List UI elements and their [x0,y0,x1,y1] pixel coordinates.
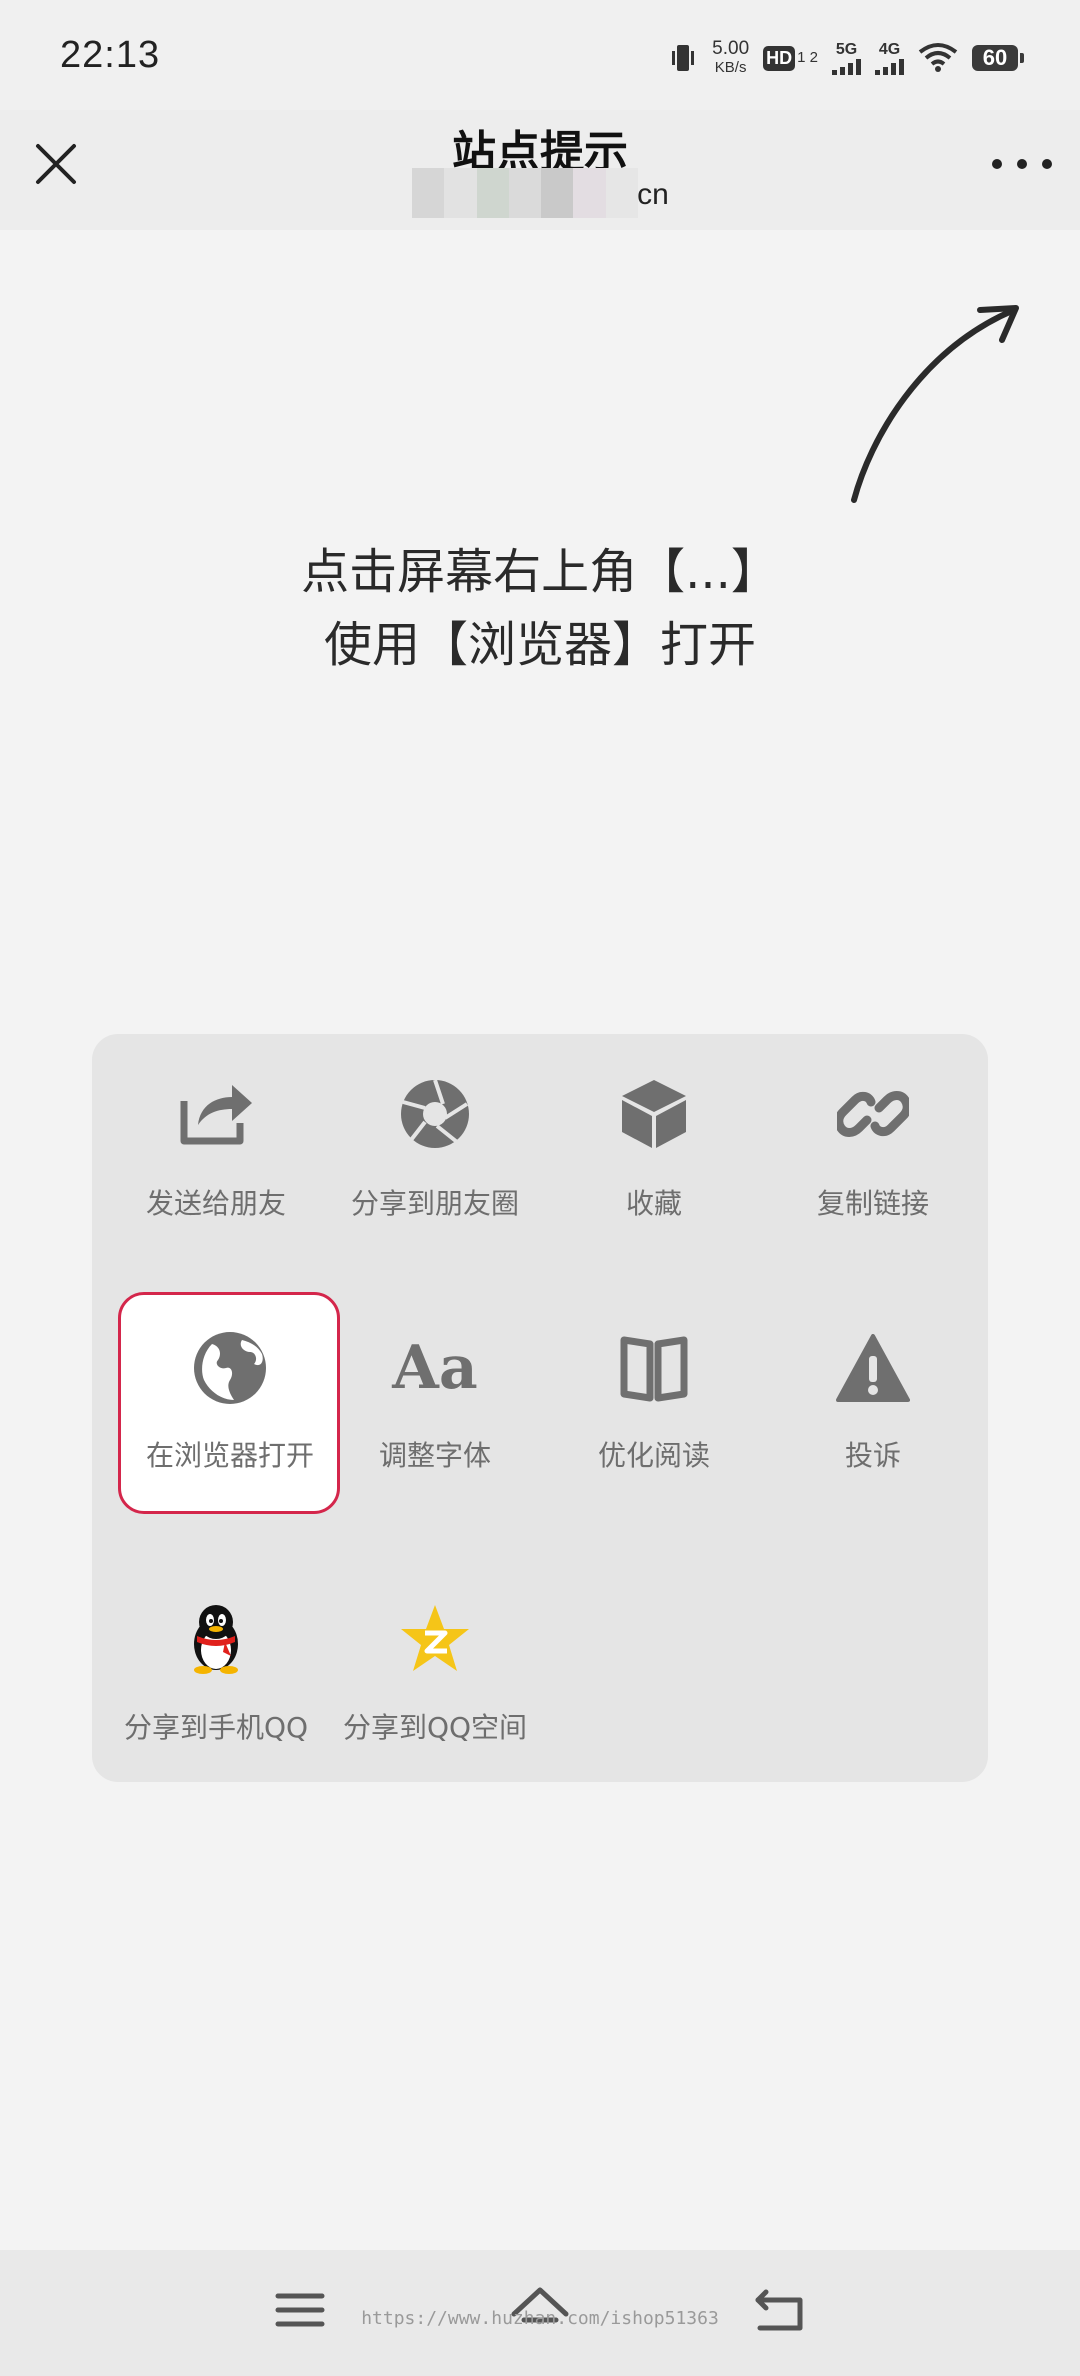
top-navbar: 站点提示 cn [0,110,1080,230]
more-options-button[interactable] [992,140,1052,188]
menu-copy-link[interactable]: 复制链接 [763,1034,983,1274]
menu-label: 分享到朋友圈 [350,1187,519,1220]
hint-line-2: 使用【浏览器】打开 [323,617,756,673]
hd-voice-icon: HD 1 2 [763,45,818,71]
page-url-text: cn [637,178,669,211]
menu-open-in-browser[interactable]: 在浏览器打开 [120,1296,340,1536]
moments-shutter-icon [395,1074,475,1154]
signal-5g-label: 5G [835,41,858,58]
share-forward-icon [176,1074,256,1154]
signal-4g-icon: 4G [875,41,904,75]
more-dot-icon [992,159,1002,169]
qzone-star-icon [395,1598,475,1678]
menu-share-qq[interactable]: 分享到手机QQ [106,1558,326,1798]
network-speed-value: 5.00 [712,38,750,59]
link-icon [833,1074,913,1154]
menu-label: 投诉 [844,1439,901,1472]
status-time: 22:13 [60,34,161,76]
menu-label: 优化阅读 [597,1439,710,1472]
pointing-arrow-icon [851,305,1019,503]
hint-line-1: 点击屏幕右上角【...】 [301,544,779,600]
battery-icon: 60 [972,45,1024,71]
menu-label: 收藏 [625,1187,682,1220]
font-size-icon: Aa [392,1328,478,1408]
vibrate-icon [668,41,698,75]
menu-adjust-font[interactable]: Aa 调整字体 [325,1296,545,1536]
globe-icon [190,1328,270,1408]
menu-share-moments[interactable]: 分享到朋友圈 [325,1034,545,1274]
hd-sub: 1 2 [797,49,818,66]
more-dot-icon [1042,159,1052,169]
watermark-text: https://www.huzhan.com/ishop51363 [361,2308,719,2329]
menu-label: 分享到手机QQ [123,1711,309,1744]
book-icon [614,1328,694,1408]
favorite-cube-icon [614,1074,694,1154]
menu-label: 发送给朋友 [145,1187,286,1220]
menu-favorite[interactable]: 收藏 [544,1034,764,1274]
menu-share-qzone[interactable]: 分享到QQ空间 [325,1558,545,1798]
hd-label: HD [763,45,796,71]
menu-complaint[interactable]: 投诉 [763,1296,983,1536]
font-glyph: Aa [392,1333,478,1403]
menu-optimize-reading[interactable]: 优化阅读 [544,1296,764,1536]
url-blur-mask [412,168,638,218]
signal-4g-label: 4G [878,41,901,58]
system-icons: 5.00 KB/s HD 1 2 5G 4G 60 [668,30,1024,86]
menu-send-to-friend[interactable]: 发送给朋友 [106,1034,326,1274]
more-dot-icon [1017,159,1027,169]
status-bar: 22:13 5.00 KB/s HD 1 2 5G 4G 60 [0,0,1080,110]
menu-label: 调整字体 [378,1439,491,1472]
menu-label: 在浏览器打开 [145,1439,314,1472]
warning-icon [833,1328,913,1408]
network-speed: 5.00 KB/s [712,39,749,77]
network-speed-unit: KB/s [714,59,747,76]
qq-penguin-icon [176,1598,256,1678]
signal-5g-icon: 5G [832,41,861,75]
menu-label: 分享到QQ空间 [342,1711,528,1744]
wifi-icon [918,42,958,74]
menu-label: 复制链接 [816,1187,929,1220]
battery-level: 60 [972,45,1018,71]
